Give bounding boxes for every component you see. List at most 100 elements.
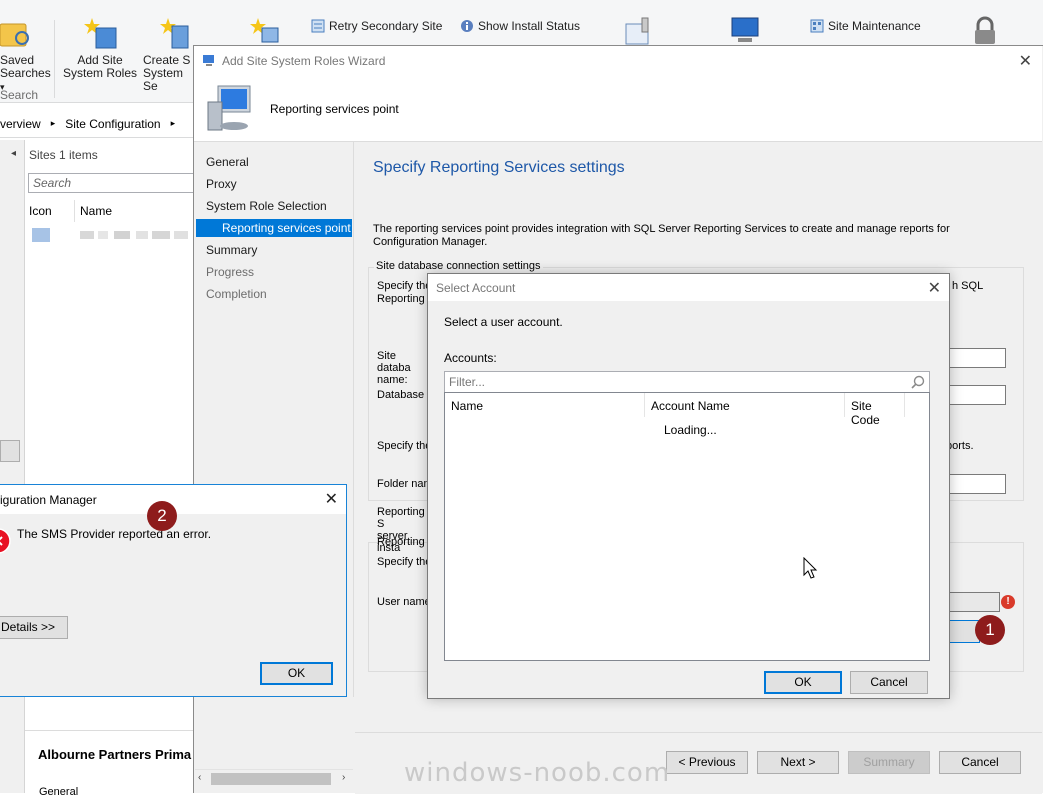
details-button[interactable]: Details >> (0, 616, 68, 639)
specify-label-tail-1: h SQL (952, 280, 984, 292)
nav-progress: Progress (206, 265, 255, 279)
loading-text: Loading... (664, 423, 717, 437)
lock-icon (975, 16, 995, 44)
database-name-field[interactable] (944, 385, 1006, 405)
properties-icon (625, 17, 649, 45)
sites-count-header: Sites 1 items (29, 148, 98, 162)
page-description: The reporting services point provides in… (373, 223, 950, 248)
reporting-label-1: Reporting S (377, 293, 427, 305)
watermark: windows-noob.com (404, 758, 671, 788)
mouse-cursor-icon (803, 557, 818, 579)
details-pane: Albourne Partners Prima General (25, 730, 195, 798)
accounts-list[interactable]: Name Account Name Site Code Loading... (444, 392, 930, 661)
select-account-cancel-button[interactable]: Cancel (850, 671, 928, 694)
ribbon-divider (54, 20, 55, 98)
nav-general[interactable]: General (206, 155, 249, 169)
select-account-instruction: Select a user account. (444, 315, 563, 329)
collapse-arrow-icon[interactable]: ◂ (11, 148, 16, 159)
select-account-title: Select Account (436, 281, 516, 295)
error-x-icon (0, 528, 11, 554)
next-button[interactable]: Next > (757, 751, 839, 774)
folder-name-label: Folder nam (377, 478, 433, 490)
site-database-name-field[interactable] (944, 348, 1006, 368)
nav-summary[interactable]: Summary (206, 243, 257, 257)
nav-proxy[interactable]: Proxy (206, 177, 237, 191)
retry-secondary-site-icon (311, 19, 325, 33)
site-row-blurred[interactable] (32, 226, 192, 244)
specify-label-3: Specify the (377, 556, 432, 568)
scroll-right-icon[interactable]: › (342, 772, 345, 783)
add-site-system-roles-icon (84, 18, 117, 49)
retry-secondary-site-button[interactable]: Retry Secondary Site (311, 19, 442, 33)
scroll-left-icon[interactable]: ‹ (198, 772, 201, 783)
create-site-system-server-icon (160, 18, 189, 49)
folder-name-field[interactable] (944, 474, 1006, 494)
chevron-right-icon: ▸ (170, 118, 176, 128)
show-install-status-label: Show Install Status (478, 19, 581, 33)
error-ok-button[interactable]: OK (260, 662, 333, 685)
column-header-account-name[interactable]: Account Name (645, 393, 845, 417)
wizard-header-title: Reporting services point (270, 102, 399, 116)
add-site-system-roles-button[interactable]: Add Site System Roles (60, 54, 140, 80)
navigation-button[interactable] (0, 440, 20, 462)
search-icon (911, 375, 925, 389)
specify-label-1: Specify the (377, 280, 432, 292)
site-database-group-label: Site database connection settings (374, 260, 543, 272)
database-name-label: Database n (377, 389, 434, 401)
user-name-label: User name (377, 596, 431, 608)
select-account-title-bar: Select Account ✕ (428, 274, 949, 301)
wizard-title-bar: Add Site System Roles Wizard ✕ (194, 46, 1042, 76)
select-account-ok-button[interactable]: OK (764, 671, 842, 694)
sites-search-input[interactable]: Search (28, 173, 194, 193)
column-header-icon[interactable]: Icon (25, 200, 75, 222)
annotation-badge-1: 1 (975, 615, 1005, 645)
column-header-name[interactable]: Name (76, 200, 194, 222)
close-icon[interactable]: ✕ (325, 489, 338, 509)
site-components-icon (250, 18, 279, 43)
specify-label-2: Specify the (377, 440, 432, 452)
page-title: Specify Reporting Services settings (373, 159, 625, 176)
search-group-label: Search (0, 88, 39, 102)
error-message: The SMS Provider reported an error. (17, 527, 212, 541)
close-icon[interactable]: ✕ (928, 278, 941, 298)
specify-label-tail-2: ports. (946, 440, 974, 452)
create-site-system-server-button[interactable]: Create S System Se (143, 54, 195, 93)
info-icon (461, 20, 473, 32)
site-maintenance-label: Site Maintenance (828, 19, 921, 33)
nav-completion: Completion (206, 287, 267, 301)
breadcrumb: verview ▸ Site Configuration ▸ (0, 110, 200, 138)
error-icon: ! (1001, 595, 1015, 609)
computer-icon (207, 85, 251, 131)
nav-horizontal-scrollbar[interactable]: ‹ › (195, 769, 353, 786)
column-header-site-code[interactable]: Site Code (845, 393, 905, 427)
nav-reporting-services-point[interactable]: Reporting services point (196, 219, 352, 237)
show-install-status-button[interactable]: Show Install Status (460, 19, 580, 33)
column-header-name[interactable]: Name (445, 393, 645, 417)
site-database-name-label: Site databa name: (377, 350, 411, 386)
chevron-right-icon: ▸ (50, 118, 56, 128)
site-maintenance-icon (810, 19, 824, 33)
site-maintenance-button[interactable]: Site Maintenance (810, 19, 921, 33)
saved-searches-icon (0, 23, 29, 47)
scrollbar-thumb[interactable] (211, 773, 331, 785)
accounts-label: Accounts: (444, 351, 497, 365)
select-account-dialog: Select Account ✕ Select a user account. … (427, 273, 950, 699)
retry-secondary-site-label: Retry Secondary Site (329, 19, 443, 33)
wizard-title-icon (203, 55, 214, 66)
cancel-button[interactable]: Cancel (939, 751, 1021, 774)
computer-icon (731, 17, 759, 42)
accounts-filter-input[interactable]: Filter... (444, 371, 930, 393)
breadcrumb-item-overview[interactable]: verview (0, 117, 41, 131)
wizard-title: Add Site System Roles Wizard (222, 54, 386, 68)
saved-searches-label: Saved Searches (0, 53, 51, 80)
nav-system-role-selection[interactable]: System Role Selection (206, 199, 327, 213)
details-site-name: Albourne Partners Prima (38, 747, 192, 762)
breadcrumb-item-site-configuration[interactable]: Site Configuration (65, 117, 160, 131)
filter-placeholder: Filter... (449, 375, 486, 389)
details-tab-general[interactable]: General (39, 786, 78, 798)
previous-button[interactable]: < Previous (666, 751, 748, 774)
user-name-field[interactable] (944, 592, 1000, 612)
wizard-close-button[interactable]: ✕ (1019, 51, 1032, 71)
error-dialog-title: iguration Manager (0, 493, 97, 507)
annotation-badge-2: 2 (147, 501, 177, 531)
